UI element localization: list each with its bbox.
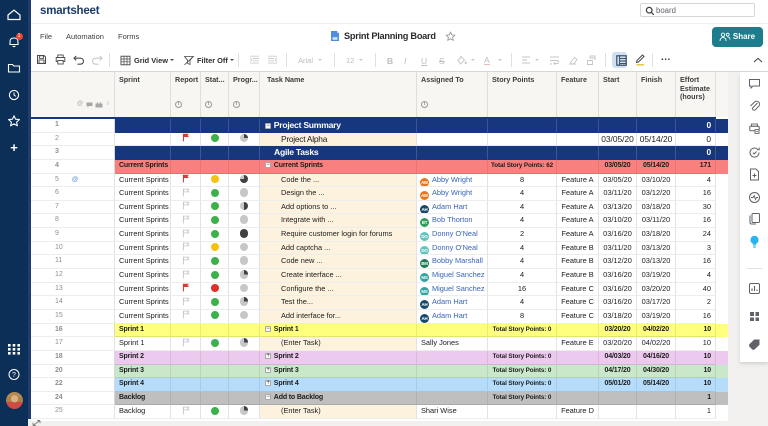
svg-text:?: ? [12,372,16,379]
